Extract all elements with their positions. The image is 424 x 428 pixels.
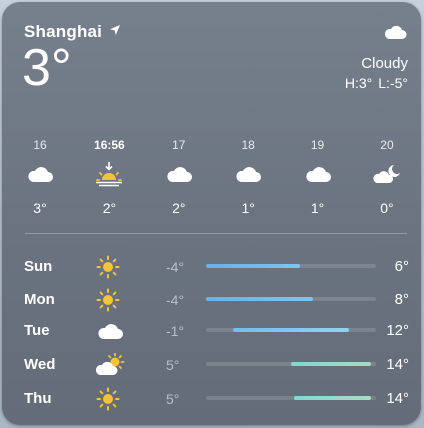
- cloud-icon: [383, 24, 407, 45]
- temperature-range-bar: [206, 328, 376, 332]
- day-high-temp: 6°: [394, 258, 409, 275]
- daily-row: Mon -4° 8°: [24, 283, 409, 316]
- hour-temp: 2°: [172, 200, 186, 216]
- cloud-icon: [304, 156, 332, 192]
- daily-row: Wed 5° 14°: [24, 348, 409, 381]
- temperature-range-bar: [206, 396, 376, 400]
- day-name: Sun: [24, 258, 53, 275]
- high-low: H:3° L:-5°: [345, 75, 408, 91]
- hour-label: 16: [33, 138, 47, 152]
- day-low-temp: -4°: [166, 291, 185, 308]
- sun-icon: [96, 255, 166, 279]
- hour-label: 17: [172, 138, 186, 152]
- temperature-range-fill: [291, 362, 371, 366]
- day-high-temp: 12°: [386, 322, 409, 339]
- low-temp: L:-5°: [378, 75, 408, 91]
- temperature-range-bar: [206, 362, 376, 366]
- temperature-range-fill: [233, 328, 349, 332]
- temperature-range-bar: [206, 264, 376, 268]
- hourly-item: 18 1°: [224, 138, 272, 216]
- hourly-forecast: 16 3° 16:56 2° 17 2° 18 1° 19 1° 20 0°: [16, 138, 411, 216]
- hour-temp: 3°: [33, 200, 47, 216]
- hourly-item: 19 1°: [294, 138, 342, 216]
- temperature-range-bar: [206, 297, 376, 301]
- sun-icon: [96, 387, 166, 411]
- daily-row: Thu 5° 14°: [24, 382, 409, 415]
- location-arrow-icon: [109, 23, 121, 41]
- cloud-icon: [234, 156, 262, 192]
- day-name: Wed: [24, 356, 56, 373]
- day-high-temp: 8°: [394, 291, 409, 308]
- sun-behind-cloud-icon: [96, 352, 166, 377]
- cloud-moon-icon: [372, 156, 402, 192]
- cloud-icon: [96, 321, 166, 341]
- temperature-range-fill: [294, 396, 371, 400]
- divider: [25, 233, 407, 234]
- hour-label: 18: [241, 138, 255, 152]
- hour-temp: 1°: [310, 200, 325, 216]
- daily-row: Sun -4° 6°: [24, 250, 409, 283]
- hour-temp: 2°: [102, 200, 117, 216]
- hourly-item: 17 2°: [155, 138, 203, 216]
- hour-label: 16:56: [94, 138, 125, 152]
- hour-temp: 0°: [380, 200, 394, 216]
- day-low-temp: -4°: [166, 258, 185, 275]
- hourly-item: 20 0°: [363, 138, 411, 216]
- cloud-icon: [165, 156, 193, 192]
- day-low-temp: 5°: [166, 356, 180, 373]
- daily-row: Tue -1° 12°: [24, 314, 409, 347]
- high-temp: H:3°: [344, 75, 373, 91]
- current-temperature: 3°: [22, 39, 72, 97]
- day-high-temp: 14°: [386, 390, 409, 407]
- day-name: Thu: [24, 390, 52, 407]
- current-condition: Cloudy: [361, 55, 408, 72]
- weather-widget[interactable]: Shanghai 3° Cloudy H:3° L:-5° 16 3° 16:56 2…: [2, 2, 421, 425]
- cloud-icon: [26, 156, 54, 192]
- day-name: Tue: [24, 322, 50, 339]
- temperature-range-fill: [206, 264, 300, 268]
- hour-label: 19: [310, 138, 325, 152]
- sun-icon: [96, 288, 166, 312]
- day-high-temp: 14°: [386, 356, 409, 373]
- hour-temp: 1°: [241, 200, 255, 216]
- sunset-icon: [94, 156, 124, 192]
- day-low-temp: -1°: [166, 322, 185, 339]
- hourly-item: 16 3°: [16, 138, 64, 216]
- day-name: Mon: [24, 291, 55, 308]
- hourly-item: 16:56 2°: [85, 138, 133, 216]
- day-low-temp: 5°: [166, 390, 180, 407]
- hour-label: 20: [380, 138, 394, 152]
- temperature-range-fill: [206, 297, 314, 301]
